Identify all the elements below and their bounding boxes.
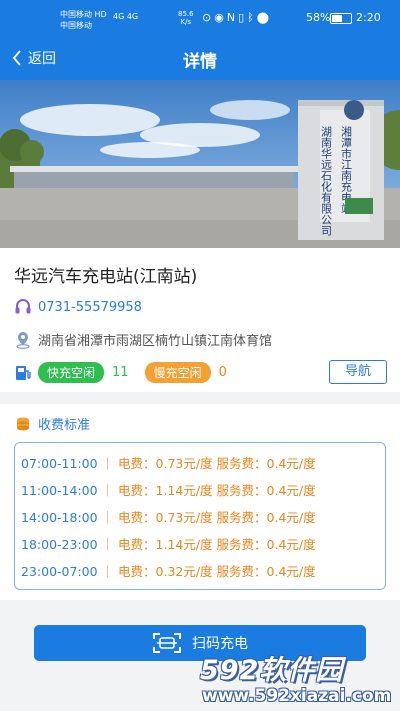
coins-icon	[17, 417, 29, 430]
fee-time: 23:00-07:00	[21, 564, 98, 579]
alarm-icon: ⊙	[202, 11, 215, 24]
watermark-url: www.592xiazai.com	[202, 686, 392, 706]
location-icon: ⬤	[256, 11, 273, 24]
station-info-card: 华远汽车充电站(江南站) 0731-55579958 湖南省湘潭市雨湖区楠竹山镇…	[0, 248, 400, 392]
eye-icon: ◉	[214, 11, 227, 24]
fee-price: 电费：0.73元/度	[118, 456, 213, 471]
battery-icon	[330, 13, 352, 24]
slow-charge-count: 0	[218, 365, 227, 380]
watermark-brand: 592软件园	[200, 655, 344, 686]
charger-icon	[16, 365, 31, 380]
fee-card: 收费标准 07:00-11:00 ｜ 电费：0.73元/度 服务费：0.4元/度…	[0, 404, 400, 600]
top-app-bar: 返回 详情	[0, 36, 400, 80]
nfc-icon: N	[226, 11, 239, 24]
map-pin-icon	[16, 331, 30, 349]
net-speed-unit: K/s	[180, 18, 192, 26]
fee-service: 服务费：0.4元/度	[216, 564, 316, 579]
status-bar: 中国移动 HD 中国移动 4G 4G 85.6 K/s ⊙◉N▯ᛒ⬤ 58% 2…	[0, 0, 400, 36]
clock: 2:20	[356, 11, 381, 24]
fee-table: 07:00-11:00 ｜ 电费：0.73元/度 服务费：0.4元/度 11:0…	[14, 442, 386, 590]
fee-time: 18:00-23:00	[21, 537, 98, 552]
scan-icon	[153, 633, 181, 653]
fee-row: 23:00-07:00 ｜ 电费：0.32元/度 服务费：0.4元/度	[21, 564, 316, 579]
fee-price: 电费：1.14元/度	[118, 483, 213, 498]
vibrate-icon: ▯	[238, 11, 248, 24]
net-speed-value: 85.6	[178, 10, 194, 18]
fee-service: 服务费：0.4元/度	[216, 510, 316, 525]
net-speed: 85.6 K/s	[178, 10, 194, 26]
watermark: 592软件园 www.592xiazai.com	[190, 648, 400, 711]
network-indicator: 4G 4G	[113, 12, 139, 21]
fast-charge-count: 11	[112, 365, 129, 380]
fast-charge-badge: 快充空闲	[38, 362, 105, 383]
headset-icon	[15, 299, 31, 314]
bluetooth-icon: ᛒ	[247, 11, 257, 24]
fee-time: 11:00-14:00	[21, 483, 98, 498]
address-row: 湖南省湘潭市雨湖区楠竹山镇江南体育馆	[14, 330, 272, 349]
fee-time: 07:00-11:00	[21, 456, 98, 471]
fee-header-label: 收费标准	[38, 418, 91, 433]
station-photo: 湘潭市江南充电站 湖南华远石化有限公司	[0, 80, 400, 248]
battery-percent: 58%	[306, 11, 331, 24]
fee-row: 14:00-18:00 ｜ 电费：0.73元/度 服务费：0.4元/度	[21, 510, 316, 525]
address-text: 湖南省湘潭市雨湖区楠竹山镇江南体育馆	[38, 334, 273, 349]
fee-service: 服务费：0.4元/度	[216, 483, 316, 498]
fee-price: 电费：1.14元/度	[118, 537, 213, 552]
fee-row: 07:00-11:00 ｜ 电费：0.73元/度 服务费：0.4元/度	[21, 456, 316, 471]
sign-text-2: 湖南华远石化有限公司	[320, 126, 333, 236]
carrier-1: 中国移动 HD	[60, 10, 107, 19]
fee-price: 电费：0.73元/度	[118, 510, 213, 525]
phone-row[interactable]: 0731-55579958	[14, 298, 142, 316]
slow-charge-badge: 慢充空闲	[144, 362, 211, 383]
fee-price: 电费：0.32元/度	[118, 564, 213, 579]
fee-time: 14:00-18:00	[21, 510, 98, 525]
fee-service: 服务费：0.4元/度	[216, 537, 316, 552]
page-title: 详情	[183, 52, 217, 72]
phone-number[interactable]: 0731-55579958	[38, 300, 142, 315]
station-name: 华远汽车充电站(江南站)	[14, 267, 198, 287]
fee-row: 11:00-14:00 ｜ 电费：1.14元/度 服务费：0.4元/度	[21, 483, 316, 498]
fee-service: 服务费：0.4元/度	[216, 456, 316, 471]
charger-availability: 快充空闲 11 慢充空闲 0	[14, 362, 227, 383]
carrier-2: 中国移动	[60, 21, 92, 30]
fee-row: 18:00-23:00 ｜ 电费：1.14元/度 服务费：0.4元/度	[21, 537, 316, 552]
carrier-info: 中国移动 HD 中国移动	[60, 9, 107, 31]
navigate-button[interactable]: 导航	[329, 360, 387, 384]
fee-header: 收费标准	[14, 414, 90, 433]
